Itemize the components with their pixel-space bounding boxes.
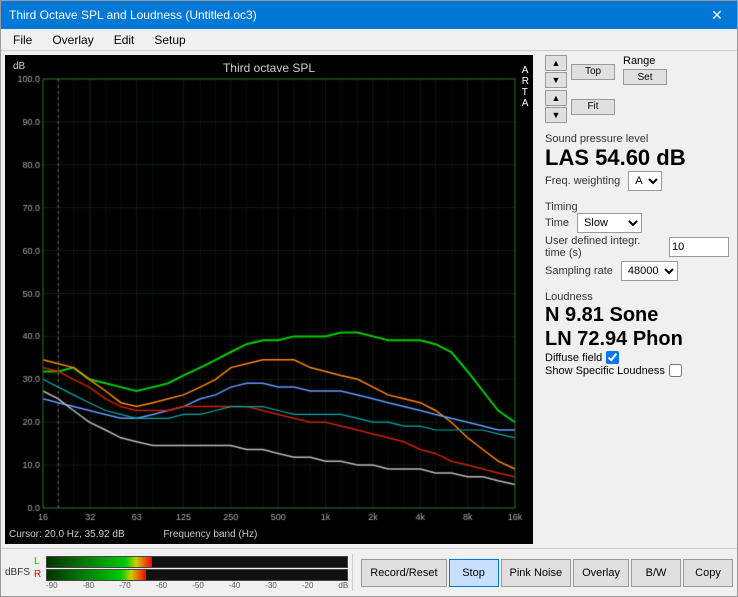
record-reset-button[interactable]: Record/Reset (361, 559, 446, 587)
fit-button[interactable]: Fit (571, 99, 615, 115)
main-window: Third Octave SPL and Loudness (Untitled.… (0, 0, 738, 597)
freq-weighting-select[interactable]: A C Z (628, 171, 662, 191)
bottom-divider (352, 554, 353, 592)
bw-button[interactable]: B/W (631, 559, 681, 587)
ln-value: LN 72.94 Phon (545, 327, 729, 351)
cursor-label: Cursor: 20.0 Hz, 35.92 dB (9, 529, 125, 540)
dbfs-label: dBFS (5, 567, 30, 578)
r-channel-label: R (34, 569, 44, 580)
show-specific-checkbox[interactable] (669, 364, 682, 377)
n-value: N 9.81 Sone (545, 303, 729, 327)
copy-button[interactable]: Copy (683, 559, 733, 587)
menu-setup[interactable]: Setup (146, 31, 193, 49)
l-channel-label: L (34, 556, 44, 567)
nav-controls: ▲ ▼ Top ▲ ▼ Fit Range (545, 55, 729, 123)
main-content: Third octave SPL ARTA dB Cursor: 20.0 Hz… (1, 51, 737, 548)
sampling-rate-select[interactable]: 48000 44100 (621, 261, 678, 281)
fit-down-button[interactable]: ▼ (545, 107, 567, 123)
close-button[interactable]: ✕ (705, 5, 729, 25)
db-label: dB (13, 61, 25, 72)
show-specific-row: Show Specific Loudness (545, 364, 729, 377)
user-defined-row: User defined integr. time (s) (545, 235, 729, 259)
user-defined-input[interactable] (669, 237, 729, 257)
freq-weighting-row: Freq. weighting A C Z (545, 171, 729, 191)
show-specific-label: Show Specific Loudness (545, 365, 665, 377)
range-label: Range (623, 55, 655, 67)
chart-canvas (5, 55, 533, 544)
stop-button[interactable]: Stop (449, 559, 499, 587)
menu-bar: File Overlay Edit Setup (1, 29, 737, 51)
diffuse-field-label: Diffuse field (545, 352, 602, 364)
chart-area: Third octave SPL ARTA dB Cursor: 20.0 Hz… (5, 55, 533, 544)
top-fit-group: ▲ ▼ Top ▲ ▼ Fit (545, 55, 615, 123)
sampling-rate-row: Sampling rate 48000 44100 (545, 261, 729, 281)
freq-band-label: Frequency band (Hz) (163, 529, 257, 540)
top-up-button[interactable]: ▲ (545, 55, 567, 71)
timing-section-label: Timing (545, 201, 729, 213)
overlay-button[interactable]: Overlay (573, 559, 629, 587)
loudness-section-label: Loudness (545, 291, 729, 303)
r-meter-bar (46, 569, 348, 581)
meter-section: L R -90-80-70-60-50-40-30-20dB (34, 556, 348, 590)
bottom-buttons: Record/Reset Stop Pink Noise Overlay B/W… (361, 559, 733, 587)
time-label: Time (545, 217, 569, 229)
bottom-bar: dBFS L R -90-80-70-60-50-40-30-20dB Reco… (1, 548, 737, 596)
top-down-button[interactable]: ▼ (545, 72, 567, 88)
user-defined-label: User defined integr. time (s) (545, 235, 661, 259)
fit-up-button[interactable]: ▲ (545, 90, 567, 106)
window-title: Third Octave SPL and Loudness (Untitled.… (9, 8, 257, 22)
arta-label: ARTA (522, 65, 529, 109)
spl-section: Sound pressure level LAS 54.60 dB Freq. … (545, 129, 729, 193)
pink-noise-button[interactable]: Pink Noise (501, 559, 572, 587)
loudness-section: Loudness N 9.81 Sone LN 72.94 Phon Diffu… (545, 287, 729, 377)
timing-section: Timing Time Slow Fast Impulse User defin… (545, 197, 729, 283)
l-meter-bar (46, 556, 348, 568)
meter-scale: -90-80-70-60-50-40-30-20dB (34, 581, 348, 590)
time-select[interactable]: Slow Fast Impulse (577, 213, 642, 233)
range-set-group: Range Set (623, 55, 667, 123)
sampling-rate-label: Sampling rate (545, 265, 613, 277)
menu-file[interactable]: File (5, 31, 40, 49)
set-button[interactable]: Set (623, 69, 667, 85)
time-row: Time Slow Fast Impulse (545, 213, 729, 233)
menu-edit[interactable]: Edit (106, 31, 143, 49)
freq-weighting-label: Freq. weighting (545, 175, 620, 187)
diffuse-field-checkbox[interactable] (606, 351, 619, 364)
spl-value: LAS 54.60 dB (545, 145, 729, 171)
diffuse-field-row: Diffuse field (545, 351, 729, 364)
chart-title: Third octave SPL (223, 61, 315, 75)
spl-section-label: Sound pressure level (545, 133, 729, 145)
menu-overlay[interactable]: Overlay (44, 31, 101, 49)
top-button[interactable]: Top (571, 64, 615, 80)
right-panel: ▲ ▼ Top ▲ ▼ Fit Range (537, 51, 737, 548)
title-bar: Third Octave SPL and Loudness (Untitled.… (1, 1, 737, 29)
